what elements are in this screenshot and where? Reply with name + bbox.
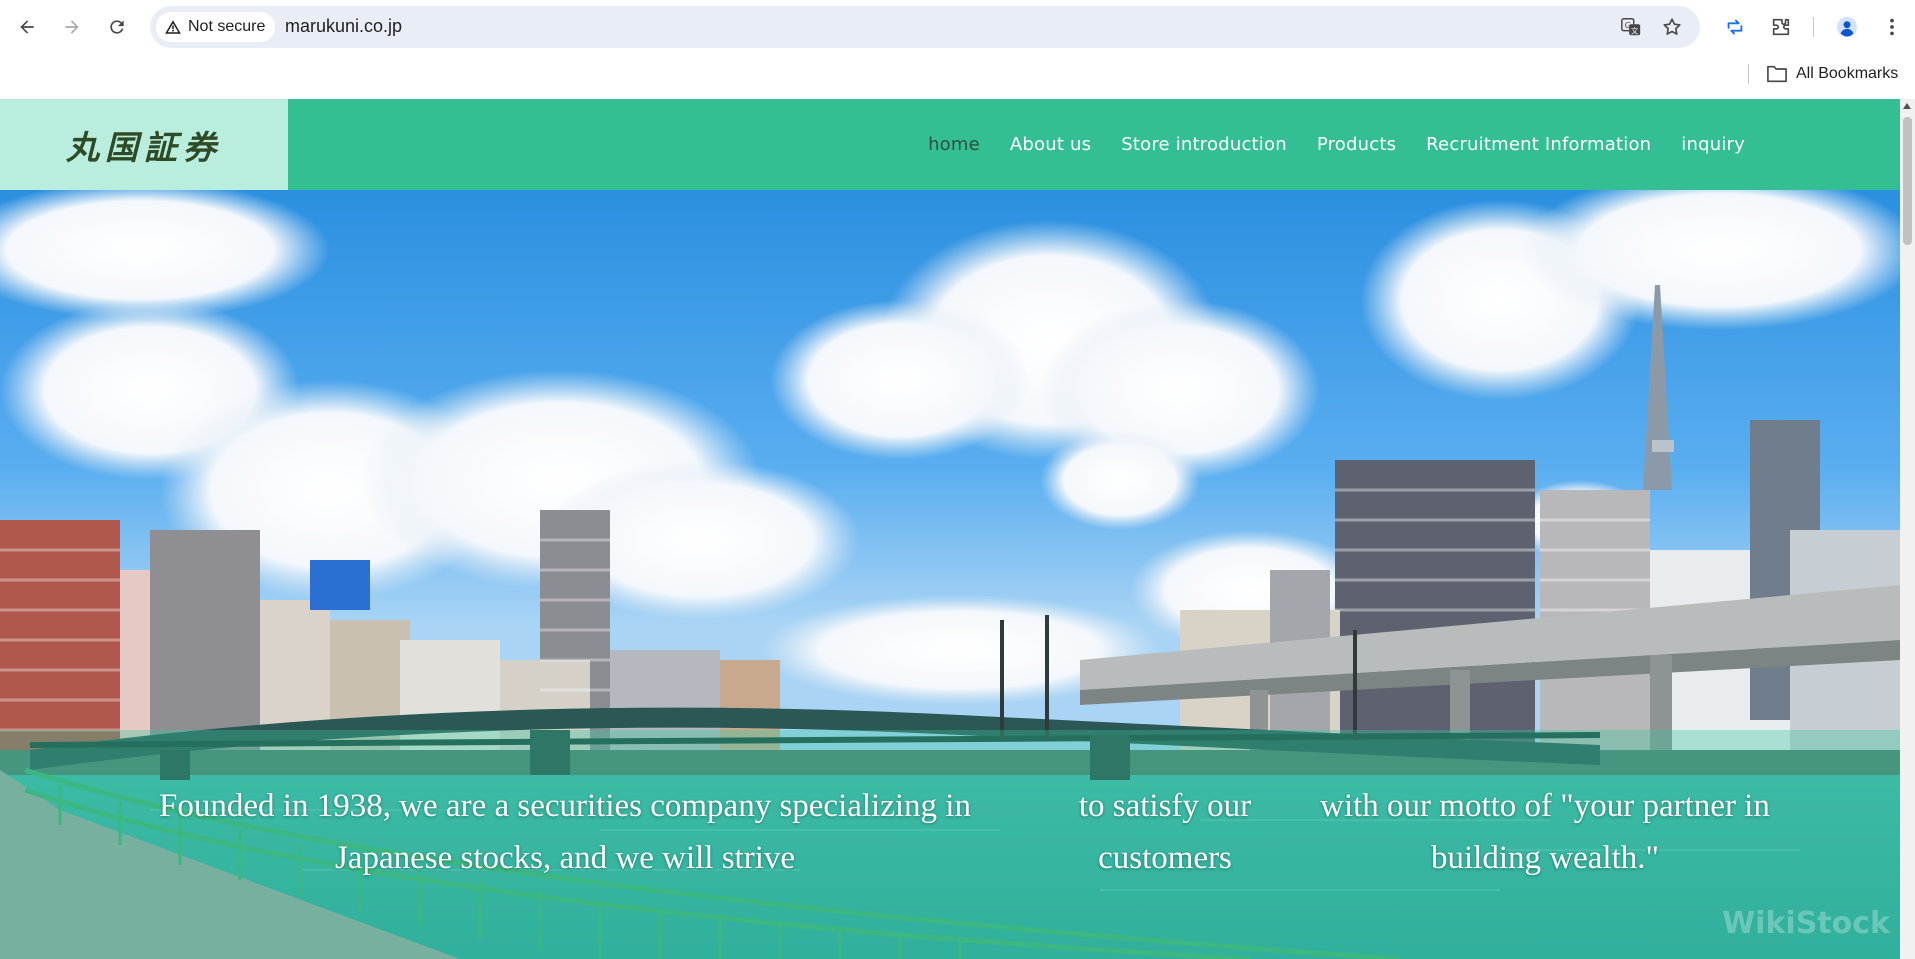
svg-text:文: 文 <box>1631 26 1639 35</box>
tagline-column-1: Founded in 1938, we are a securities com… <box>120 780 1010 884</box>
nav-products[interactable]: Products <box>1302 134 1411 155</box>
browser-toolbar: Not secure marukuni.co.jp G文 <box>0 0 1915 54</box>
site-info-chip[interactable]: Not secure <box>156 12 276 42</box>
translate-icon[interactable]: G文 <box>1619 15 1643 39</box>
toolbar-divider <box>1813 17 1814 37</box>
all-bookmarks-label: All Bookmarks <box>1796 65 1899 82</box>
reload-button[interactable] <box>101 11 133 43</box>
arrow-right-icon <box>65 20 79 34</box>
tagline-col2-line2: customers <box>1098 840 1232 876</box>
logo-text: 丸国証券 <box>66 127 222 167</box>
tagline-col3-line2: building wealth." <box>1431 840 1659 876</box>
forward-button[interactable] <box>56 11 88 43</box>
extensions-icon[interactable] <box>1767 13 1795 41</box>
watermark-logo: WikiStock <box>1722 906 1890 941</box>
more-menu-icon[interactable] <box>1878 13 1906 41</box>
security-label: Not secure <box>188 18 266 35</box>
bookmarks-bar: All Bookmarks <box>0 54 1915 99</box>
nav-home[interactable]: home <box>913 134 995 155</box>
hero-banner: Founded in 1938, we are a securities com… <box>0 190 1900 959</box>
scroll-up-arrow-icon[interactable] <box>1903 103 1911 109</box>
tagline-column-2: to satisfy our customers <box>1055 780 1275 884</box>
url-text[interactable]: marukuni.co.jp <box>285 16 402 37</box>
tagline-col1-line1: Founded in 1938, we are a securities com… <box>159 788 971 824</box>
nav-store-introduction[interactable]: Store introduction <box>1106 134 1302 155</box>
bookmark-star-icon[interactable] <box>1660 15 1684 39</box>
nav-recruitment-information[interactable]: Recruitment Information <box>1411 134 1666 155</box>
site-logo[interactable]: 丸国証券 <box>0 99 288 190</box>
main-navigation: home About us Store introduction Product… <box>913 99 1760 190</box>
page-viewport: 丸国証券 home About us Store introduction Pr… <box>0 99 1900 959</box>
address-bar[interactable]: Not secure marukuni.co.jp G文 <box>150 6 1700 48</box>
tab-sync-icon[interactable] <box>1721 13 1749 41</box>
all-bookmarks-button[interactable]: All Bookmarks <box>1766 62 1898 86</box>
profile-avatar[interactable] <box>1833 13 1861 41</box>
scrollbar-thumb[interactable] <box>1903 117 1912 245</box>
tagline-col3-line1: with our motto of "your partner in <box>1320 788 1770 824</box>
hero-tagline: Founded in 1938, we are a securities com… <box>0 780 1900 890</box>
tagline-column-3: with our motto of "your partner in build… <box>1305 780 1785 884</box>
folder-icon <box>1767 65 1787 83</box>
warning-icon <box>165 20 181 34</box>
arrow-left-icon <box>20 20 34 34</box>
bookmarks-divider <box>1748 64 1749 84</box>
site-header: 丸国証券 home About us Store introduction Pr… <box>0 99 1900 190</box>
tagline-col1-line2: Japanese stocks, and we will strive <box>334 840 796 876</box>
nav-inquiry[interactable]: inquiry <box>1666 134 1760 155</box>
vertical-scrollbar[interactable] <box>1900 99 1915 959</box>
reload-icon <box>110 20 124 34</box>
tagline-col2-line1: to satisfy our <box>1078 788 1252 824</box>
back-button[interactable] <box>11 11 43 43</box>
nav-about-us[interactable]: About us <box>995 134 1106 155</box>
